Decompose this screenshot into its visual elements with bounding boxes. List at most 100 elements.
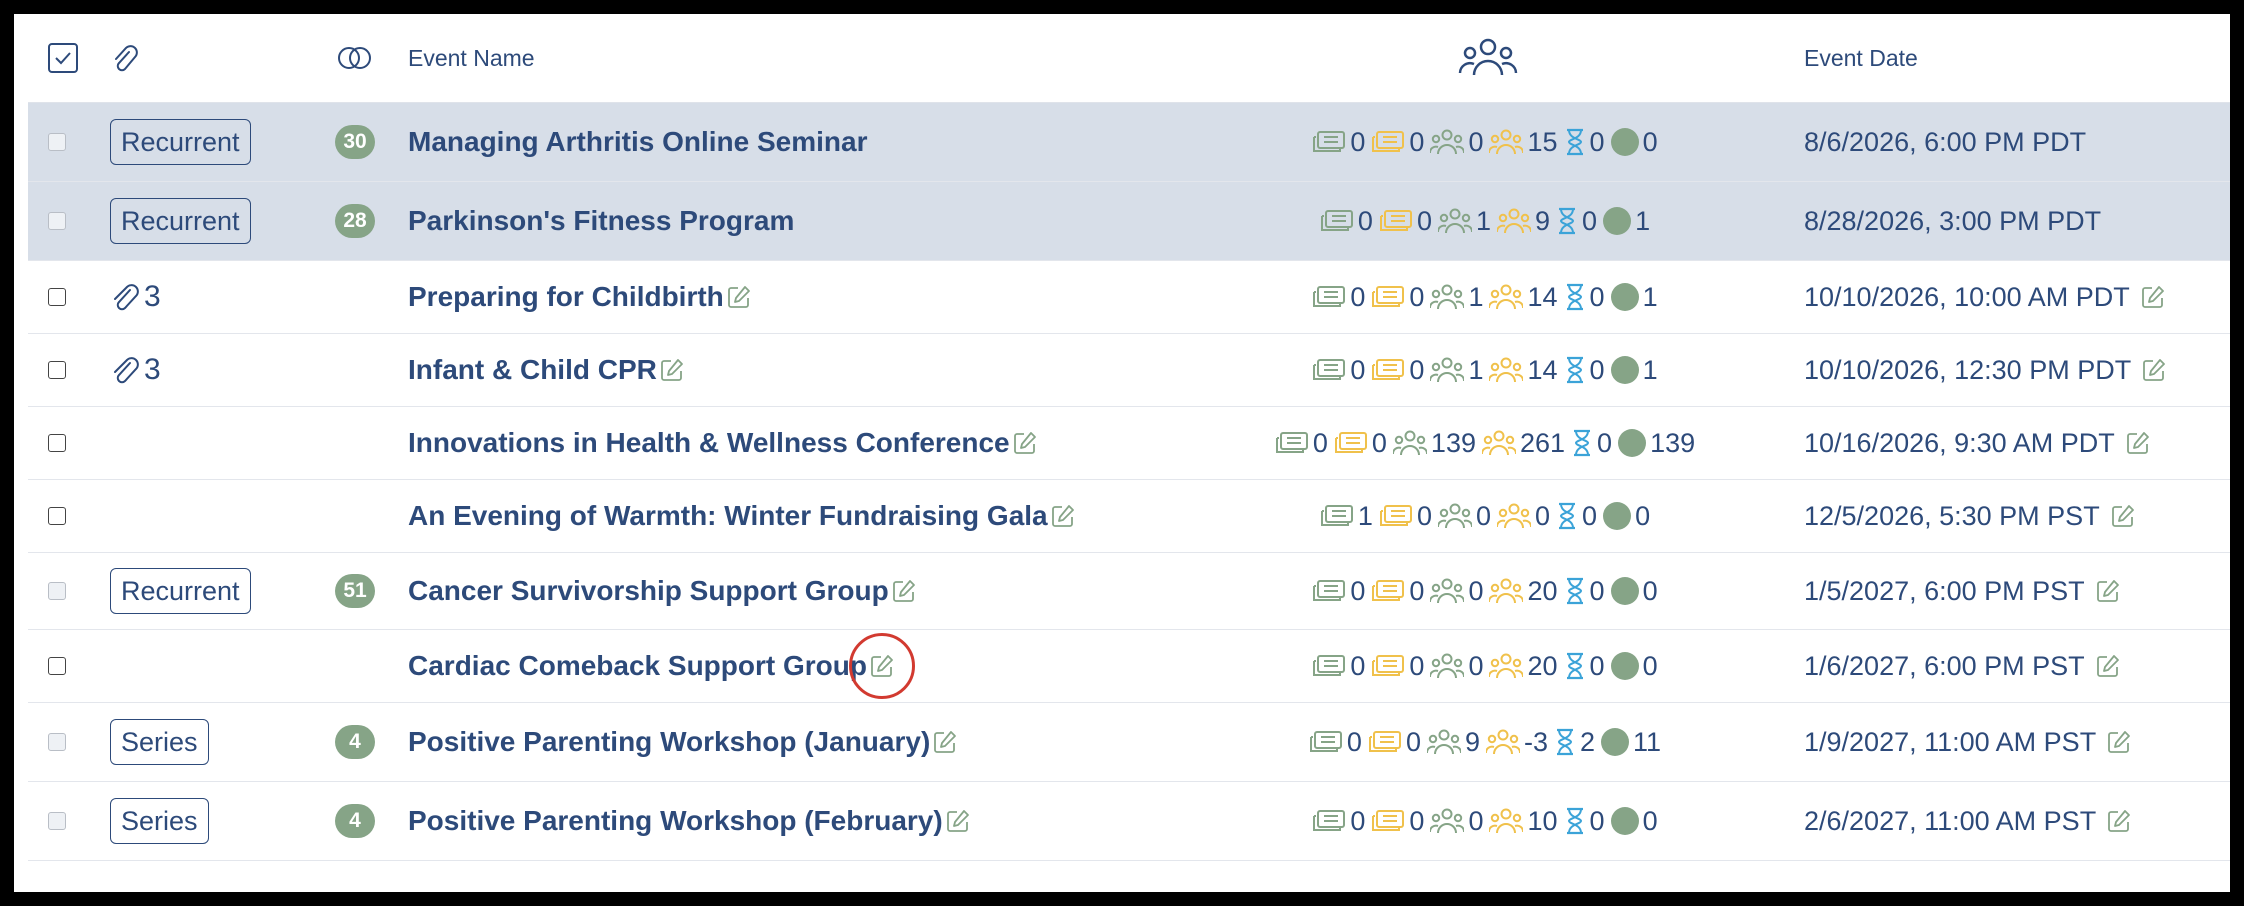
- event-date-header[interactable]: Event Date: [1804, 45, 1918, 72]
- edit-event-date-button[interactable]: [2095, 578, 2121, 604]
- row-count-cell: 30: [320, 103, 390, 181]
- row-checkbox[interactable]: [48, 582, 66, 600]
- attendees-yellow-icon: [1489, 129, 1524, 155]
- event-name-link[interactable]: Cancer Survivorship Support Group: [408, 575, 889, 607]
- event-name-link[interactable]: Managing Arthritis Online Seminar: [408, 126, 867, 158]
- event-date: 8/28/2026, 3:00 PM PDT: [1804, 205, 2102, 236]
- row-check-cell: [48, 103, 88, 181]
- row-attendance-cell: 0 0 139 261 0 139: [1208, 407, 1768, 479]
- edit-event-name-button[interactable]: [869, 653, 895, 679]
- event-type-pill[interactable]: Recurrent: [110, 198, 251, 244]
- table-row[interactable]: Recurrent 28 Parkinson's Fitness Program 0 0…: [28, 182, 2230, 261]
- edit-event-name-button[interactable]: [659, 357, 685, 383]
- stat-tickets-pending: 0: [1409, 354, 1425, 385]
- row-checkbox[interactable]: [48, 507, 66, 525]
- table-row[interactable]: Cardiac Comeback Support Group 0 0 0 20 0 0 1/6…: [28, 630, 2230, 703]
- row-checkbox[interactable]: [48, 212, 66, 230]
- row-checkbox[interactable]: [48, 288, 66, 306]
- edit-icon: [2096, 655, 2119, 677]
- edit-event-name-button[interactable]: [932, 729, 958, 755]
- attendees-yellow-icon: [1489, 653, 1524, 679]
- row-checkbox[interactable]: [48, 733, 66, 751]
- row-checkbox[interactable]: [48, 434, 66, 452]
- events-panel: Event Name Event Date Recurrent 30 Managin…: [14, 14, 2230, 892]
- status-dot: [1603, 502, 1632, 530]
- edit-event-name-button[interactable]: [1012, 430, 1038, 456]
- row-checkbox[interactable]: [48, 133, 66, 151]
- attendees-icon: [1430, 578, 1465, 604]
- stat-available: -3: [1524, 726, 1549, 757]
- edit-event-date-button[interactable]: [2141, 357, 2167, 383]
- stat-tickets: 0: [1350, 281, 1366, 312]
- event-name-link[interactable]: Infant & Child CPR: [408, 354, 657, 386]
- table-row[interactable]: Innovations in Health & Wellness Confere…: [28, 407, 2230, 480]
- edit-event-date-button[interactable]: [2125, 430, 2151, 456]
- stat-attendees: 0: [1468, 126, 1484, 157]
- header-date-cell: Event Date: [1804, 14, 2224, 102]
- table-row[interactable]: Series 4 Positive Parenting Workshop (Janu…: [28, 703, 2230, 782]
- event-name-link[interactable]: Positive Parenting Workshop (January): [408, 726, 930, 758]
- edit-event-name-button[interactable]: [726, 284, 752, 310]
- row-name-cell: Cardiac Comeback Support Group: [408, 630, 1208, 702]
- edit-event-date-button[interactable]: [2106, 729, 2132, 755]
- event-type-pill[interactable]: Recurrent: [110, 119, 251, 165]
- hourglass-icon: [1566, 283, 1583, 311]
- edit-event-name-button[interactable]: [945, 808, 971, 834]
- edit-event-name-button[interactable]: [891, 578, 917, 604]
- edit-event-name-button[interactable]: [1050, 503, 1076, 529]
- row-name-cell: Infant & Child CPR: [408, 334, 1208, 406]
- event-name-link[interactable]: Innovations in Health & Wellness Confere…: [408, 427, 1010, 459]
- stat-tickets: 0: [1312, 427, 1328, 458]
- event-date: 1/5/2027, 6:00 PM PST: [1804, 575, 2085, 606]
- row-date-cell: 12/5/2026, 5:30 PM PST: [1804, 480, 2224, 552]
- edit-event-date-button[interactable]: [2110, 503, 2136, 529]
- event-type-pill[interactable]: Recurrent: [110, 568, 251, 614]
- event-name-link[interactable]: Parkinson's Fitness Program: [408, 205, 794, 237]
- edit-event-date-button[interactable]: [2106, 808, 2132, 834]
- ticket-icon: [1275, 432, 1308, 453]
- attendees-yellow-icon: [1489, 808, 1524, 834]
- event-type-pill[interactable]: Series: [110, 798, 209, 844]
- event-name-link[interactable]: Preparing for Childbirth: [408, 281, 724, 313]
- attachments[interactable]: 3: [110, 353, 161, 387]
- stat-attendees: 9: [1464, 726, 1480, 757]
- row-checkbox[interactable]: [48, 657, 66, 675]
- event-name-header[interactable]: Event Name: [408, 45, 535, 72]
- row-attendance-cell: 0 0 0 20 0 0: [1208, 630, 1768, 702]
- row-date-cell: 1/5/2027, 6:00 PM PST: [1804, 553, 2224, 629]
- hourglass-icon: [1566, 128, 1583, 156]
- table-row[interactable]: Series 4 Positive Parenting Workshop (Febr…: [28, 782, 2230, 861]
- row-type-cell: Series: [110, 703, 290, 781]
- hourglass-icon: [1559, 502, 1576, 530]
- row-checkbox[interactable]: [48, 812, 66, 830]
- attachments[interactable]: 3: [110, 280, 161, 314]
- row-check-cell: [48, 407, 88, 479]
- row-type-cell: Recurrent: [110, 553, 290, 629]
- edit-event-date-button[interactable]: [2140, 284, 2166, 310]
- attendees-group-icon[interactable]: [1458, 35, 1518, 81]
- select-all-checkbox[interactable]: [48, 43, 78, 73]
- ticket-yellow-icon: [1372, 286, 1405, 307]
- status-dot: [1603, 207, 1632, 235]
- edit-event-date-button[interactable]: [2095, 653, 2121, 679]
- event-date: 2/6/2027, 11:00 AM PST: [1804, 805, 2097, 836]
- event-name-link[interactable]: An Evening of Warmth: Winter Fundraising…: [408, 500, 1048, 532]
- attendance-stats: 0 0 0 10 0 0: [1312, 806, 1663, 837]
- event-type-pill[interactable]: Series: [110, 719, 209, 765]
- event-date: 10/10/2026, 10:00 AM PDT: [1804, 281, 2130, 312]
- attendees-yellow-icon: [1497, 208, 1531, 234]
- edit-icon: [2111, 505, 2134, 527]
- row-checkbox[interactable]: [48, 361, 66, 379]
- row-count-cell: [320, 480, 390, 552]
- edit-icon: [1051, 505, 1074, 527]
- table-row[interactable]: Recurrent 30 Managing Arthritis Online Sem…: [28, 103, 2230, 182]
- event-name-link[interactable]: Cardiac Comeback Support Group: [408, 650, 867, 682]
- stat-tickets-pending: 0: [1416, 500, 1432, 531]
- event-name-link[interactable]: Positive Parenting Workshop (February): [408, 805, 943, 837]
- table-row[interactable]: Recurrent 51 Cancer Survivorship Support G…: [28, 553, 2230, 630]
- table-row[interactable]: An Evening of Warmth: Winter Fundraising…: [28, 480, 2230, 553]
- table-row[interactable]: 3 Preparing for Childbirth 0 0 1 14 0 1 10/10/20…: [28, 261, 2230, 334]
- table-row[interactable]: 3 Infant & Child CPR 0 0 1 14 0 1 10/10/2026, 12…: [28, 334, 2230, 407]
- row-attendance-cell: 0 0 0 10 0 0: [1208, 782, 1768, 860]
- stat-tickets-pending: 0: [1409, 650, 1425, 681]
